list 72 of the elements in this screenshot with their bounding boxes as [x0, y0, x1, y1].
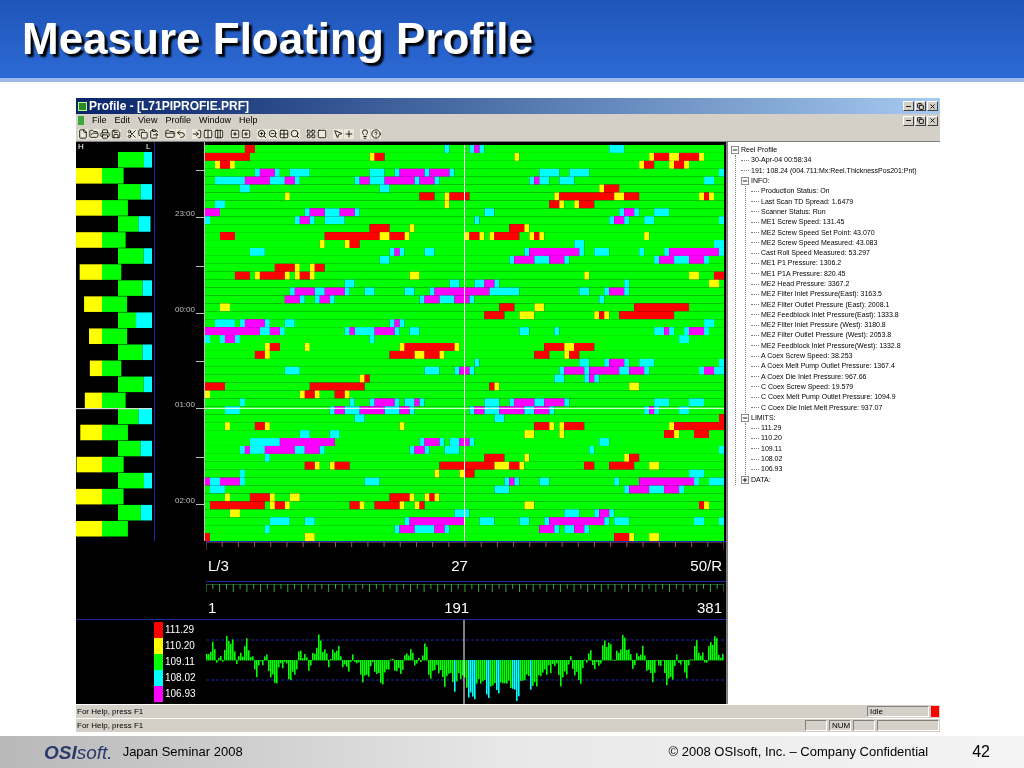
- square-icon[interactable]: [317, 129, 327, 139]
- app-icon: [78, 101, 87, 111]
- legend-value: 111.29: [165, 625, 195, 635]
- zoom-in-icon[interactable]: [257, 129, 267, 139]
- low-label: L: [146, 143, 151, 151]
- printer-icon[interactable]: [100, 129, 110, 139]
- lightbulb-icon[interactable]: [360, 129, 370, 139]
- scissors-icon[interactable]: [127, 129, 137, 139]
- undo-icon[interactable]: [176, 129, 186, 139]
- crosshair-icon[interactable]: [344, 129, 354, 139]
- restore-icon: [917, 102, 924, 110]
- restore-button[interactable]: [915, 115, 926, 126]
- menu-item[interactable]: View: [138, 116, 158, 125]
- time-label: 23:00: [174, 210, 195, 218]
- scale-label: L/3: [208, 558, 229, 573]
- status-panel: [805, 720, 827, 731]
- legend-value: 108.02: [165, 673, 196, 683]
- expand-icon[interactable]: [741, 475, 749, 484]
- restore-icon: [917, 117, 924, 124]
- zoom-out-icon[interactable]: [268, 129, 278, 139]
- scale-label: 191: [444, 600, 470, 615]
- scale-label: 50/R: [690, 558, 722, 573]
- osisoft-logo: OSIsoft.: [44, 742, 113, 762]
- time-label: 02:00: [174, 496, 195, 505]
- pointer-icon[interactable]: [333, 129, 343, 139]
- file-icon[interactable]: [78, 129, 88, 139]
- high-label: H: [78, 143, 84, 151]
- scale-label: 27: [451, 558, 468, 573]
- status-message: For Help, press F1: [77, 707, 144, 716]
- menu-item[interactable]: Edit: [114, 116, 131, 125]
- close-icon: [929, 117, 936, 124]
- legend-value: 106.93: [165, 689, 196, 699]
- collapse-icon[interactable]: [731, 146, 739, 155]
- close-button[interactable]: [927, 101, 938, 111]
- event-name: Japan Seminar 2008: [122, 743, 243, 762]
- columns-icon[interactable]: [203, 129, 213, 139]
- time-label: 00:00: [174, 305, 195, 314]
- status-panel: NUM: [829, 720, 851, 731]
- folder-icon[interactable]: [165, 129, 175, 139]
- help-icon[interactable]: [371, 129, 381, 139]
- minimize-button[interactable]: [903, 101, 914, 111]
- scale-label: 1: [208, 600, 217, 615]
- page-number: 42: [972, 742, 990, 762]
- legend-value: 109.11: [165, 657, 195, 667]
- paste-icon[interactable]: [149, 129, 159, 139]
- status-panel: [853, 720, 875, 731]
- menu-item[interactable]: File: [92, 116, 107, 125]
- menu-item[interactable]: Help: [238, 116, 258, 125]
- legend-value: 110.20: [165, 641, 195, 651]
- slide-title: Measure Floating Profile: [22, 17, 533, 61]
- status-message: For Help, press F1: [77, 721, 144, 730]
- restore-button[interactable]: [915, 101, 926, 111]
- menu-item[interactable]: Window: [198, 116, 231, 125]
- status-indicator: [931, 706, 939, 717]
- window-title: Profile - [L71PIPROFIE.PRF]: [89, 100, 250, 112]
- minimize-button[interactable]: [903, 115, 914, 126]
- status-panel: [877, 720, 939, 731]
- arrow-in-icon[interactable]: [192, 129, 202, 139]
- status-panel: Idle: [867, 706, 929, 717]
- collapse-icon[interactable]: [741, 413, 749, 422]
- copy-icon[interactable]: [138, 129, 148, 139]
- search-icon[interactable]: [290, 129, 300, 139]
- scale-label: 381: [696, 600, 722, 615]
- close-button[interactable]: [927, 115, 938, 126]
- copyright: © 2008 OSIsoft, Inc. – Company Confidential: [668, 743, 929, 762]
- menu-item[interactable]: Profile: [165, 116, 191, 125]
- collapse-icon[interactable]: [741, 177, 749, 186]
- close-icon: [929, 102, 936, 110]
- time-label: 01:00: [174, 401, 195, 409]
- columns-icon[interactable]: [214, 129, 224, 139]
- folder-icon[interactable]: [89, 129, 99, 139]
- save-icon[interactable]: [111, 129, 121, 139]
